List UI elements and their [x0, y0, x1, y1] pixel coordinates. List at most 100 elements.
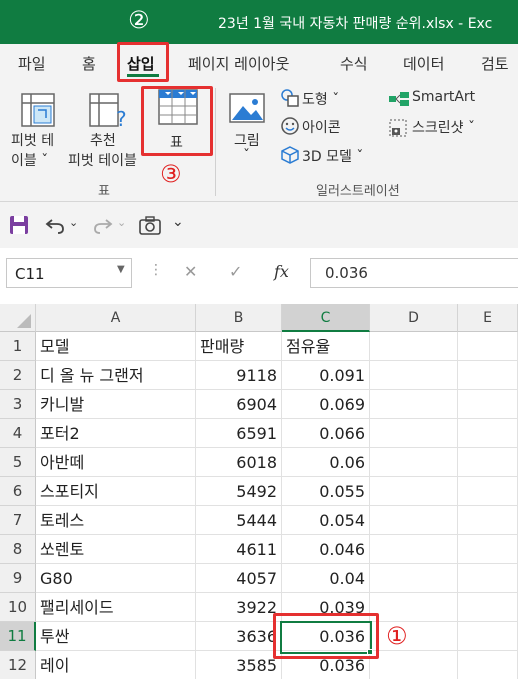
cell-a4[interactable]: 포터2 — [36, 419, 196, 448]
tab-file[interactable]: 파일 — [18, 53, 46, 74]
camera-icon[interactable] — [138, 214, 162, 236]
cell-a3[interactable]: 카니발 — [36, 390, 196, 419]
cell-e2[interactable] — [458, 361, 518, 390]
cell-b8[interactable]: 4611 — [196, 535, 282, 564]
cell-a2[interactable]: 디 올 뉴 그랜저 — [36, 361, 196, 390]
row-header[interactable]: 5 — [0, 448, 36, 477]
pictures-dropdown[interactable]: ˇ — [243, 148, 250, 164]
cell-e11[interactable] — [458, 622, 518, 651]
tab-page-layout[interactable]: 페이지 레이아웃 — [188, 53, 289, 74]
cell-e6[interactable] — [458, 477, 518, 506]
cell-b2[interactable]: 9118 — [196, 361, 282, 390]
row-header[interactable]: 4 — [0, 419, 36, 448]
undo-icon[interactable] — [44, 214, 66, 236]
tab-formulas[interactable]: 수식 — [340, 53, 368, 74]
formula-input[interactable]: 0.036 — [310, 258, 518, 288]
cell-c7[interactable]: 0.054 — [282, 506, 370, 535]
cell-e9[interactable] — [458, 564, 518, 593]
redo-dropdown-icon[interactable]: ⌄ — [117, 216, 126, 229]
row-header[interactable]: 9 — [0, 564, 36, 593]
tab-home[interactable]: 홈 — [82, 53, 96, 74]
cell-d1[interactable] — [370, 332, 458, 361]
cell-b9[interactable]: 4057 — [196, 564, 282, 593]
cell-e8[interactable] — [458, 535, 518, 564]
column-header-c[interactable]: C — [282, 304, 370, 332]
cell-b7[interactable]: 5444 — [196, 506, 282, 535]
cell-c9[interactable]: 0.04 — [282, 564, 370, 593]
cell-c5[interactable]: 0.06 — [282, 448, 370, 477]
cell-d9[interactable] — [370, 564, 458, 593]
row-header[interactable]: 2 — [0, 361, 36, 390]
cell-a8[interactable]: 쏘렌토 — [36, 535, 196, 564]
name-box-dropdown-icon[interactable]: ▼ — [117, 264, 125, 275]
cell-c1[interactable]: 점유율 — [282, 332, 370, 361]
column-header-e[interactable]: E — [458, 304, 518, 332]
name-box[interactable]: C11 ▼ — [6, 258, 132, 288]
enter-icon[interactable]: ✓ — [229, 262, 242, 281]
tab-review[interactable]: 검토 — [481, 53, 509, 74]
cell-b6[interactable]: 5492 — [196, 477, 282, 506]
cell-c4[interactable]: 0.066 — [282, 419, 370, 448]
row-header[interactable]: 7 — [0, 506, 36, 535]
cell-d12[interactable] — [370, 651, 458, 679]
cell-e1[interactable] — [458, 332, 518, 361]
cell-a1[interactable]: 모델 — [36, 332, 196, 361]
row-header[interactable]: 10 — [0, 593, 36, 622]
column-header-b[interactable]: B — [196, 304, 282, 332]
cell-e12[interactable] — [458, 651, 518, 679]
cell-d5[interactable] — [370, 448, 458, 477]
cell-b1[interactable]: 판매량 — [196, 332, 282, 361]
shapes-button[interactable]: 도형 ˇ — [302, 89, 339, 109]
cell-c6[interactable]: 0.055 — [282, 477, 370, 506]
cell-d7[interactable] — [370, 506, 458, 535]
undo-dropdown-icon[interactable]: ⌄ — [69, 216, 78, 229]
cancel-icon[interactable]: ✕ — [184, 262, 197, 281]
row-header[interactable]: 11 — [0, 622, 36, 651]
row-header[interactable]: 3 — [0, 390, 36, 419]
cell-a5[interactable]: 아반떼 — [36, 448, 196, 477]
row-header[interactable]: 6 — [0, 477, 36, 506]
cell-b10[interactable]: 3922 — [196, 593, 282, 622]
smartart-button[interactable]: SmartArt — [412, 89, 475, 105]
cell-a10[interactable]: 팰리세이드 — [36, 593, 196, 622]
cell-a9[interactable]: G80 — [36, 564, 196, 593]
cell-b11[interactable]: 3636 — [196, 622, 282, 651]
row-header[interactable]: 8 — [0, 535, 36, 564]
cell-d2[interactable] — [370, 361, 458, 390]
select-all-corner[interactable] — [0, 304, 36, 332]
cell-a7[interactable]: 토레스 — [36, 506, 196, 535]
cell-e10[interactable] — [458, 593, 518, 622]
cell-a6[interactable]: 스포티지 — [36, 477, 196, 506]
cell-c2[interactable]: 0.091 — [282, 361, 370, 390]
cell-d4[interactable] — [370, 419, 458, 448]
save-icon[interactable] — [8, 214, 30, 236]
cell-e5[interactable] — [458, 448, 518, 477]
customize-qat-icon[interactable]: ⌄ — [172, 214, 184, 230]
3d-models-button[interactable]: 3D 모델 ˇ — [302, 146, 363, 166]
column-header-a[interactable]: A — [36, 304, 196, 332]
cell-e3[interactable] — [458, 390, 518, 419]
cell-c3[interactable]: 0.069 — [282, 390, 370, 419]
redo-icon[interactable] — [92, 214, 114, 236]
row-header[interactable]: 12 — [0, 651, 36, 679]
row-header[interactable]: 1 — [0, 332, 36, 361]
cell-b12[interactable]: 3585 — [196, 651, 282, 679]
cell-d11[interactable] — [370, 622, 458, 651]
insert-function-icon[interactable]: fx — [274, 262, 289, 281]
tab-data[interactable]: 데이터 — [403, 53, 444, 74]
cell-e7[interactable] — [458, 506, 518, 535]
cell-e4[interactable] — [458, 419, 518, 448]
cell-b4[interactable]: 6591 — [196, 419, 282, 448]
column-header-d[interactable]: D — [370, 304, 458, 332]
cell-d10[interactable] — [370, 593, 458, 622]
icons-button[interactable]: 아이콘 — [302, 117, 341, 137]
cell-d8[interactable] — [370, 535, 458, 564]
cell-a11[interactable]: 투싼 — [36, 622, 196, 651]
cell-d6[interactable] — [370, 477, 458, 506]
screenshot-button[interactable]: 스크린샷 ˇ — [412, 117, 475, 137]
cell-d3[interactable] — [370, 390, 458, 419]
cell-a12[interactable]: 레이 — [36, 651, 196, 679]
cell-b3[interactable]: 6904 — [196, 390, 282, 419]
cell-b5[interactable]: 6018 — [196, 448, 282, 477]
cell-c8[interactable]: 0.046 — [282, 535, 370, 564]
